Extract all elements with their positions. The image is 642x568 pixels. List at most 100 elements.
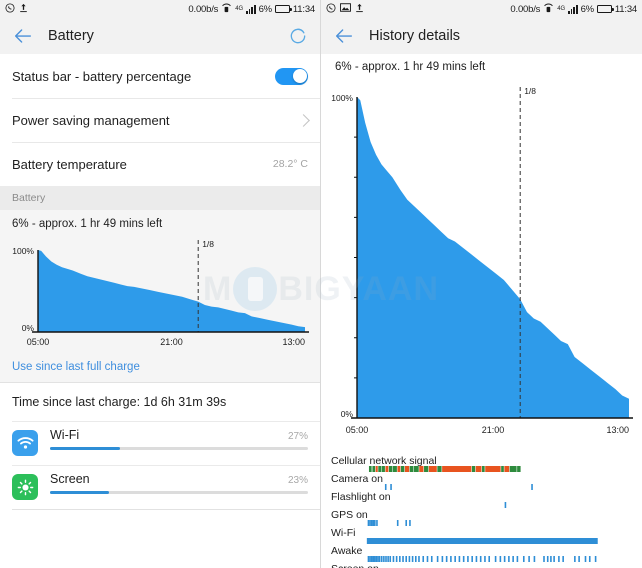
page-title: Battery: [48, 28, 94, 44]
status-bar-left-icons: [326, 3, 364, 16]
status-bar-right: 0.00b/s 4G 6% 11:34: [321, 0, 642, 18]
battery-percent-label: 6%: [580, 3, 595, 15]
svg-text:100%: 100%: [331, 93, 353, 103]
row-label: Battery temperature: [12, 156, 127, 172]
usage-progress-fill: [50, 447, 120, 450]
network-type-label: 4G: [557, 6, 566, 12]
history-details-screen: 0.00b/s 4G 6% 11:34 History details 6% -…: [321, 0, 642, 568]
usage-top: Screen 23%: [50, 472, 308, 486]
status-bar-left-icons: [5, 3, 28, 16]
whatsapp-icon: [326, 3, 336, 16]
back-arrow-icon[interactable]: [12, 25, 34, 47]
usage-percent: 27%: [287, 431, 308, 442]
history-chart-svg: 1/8 100% 0% 05:00 21:00 13:00: [331, 86, 633, 435]
battery-icon: [274, 5, 292, 13]
timeline-area: Cellular network signal Camera on Flashl…: [321, 455, 642, 568]
chevron-right-icon: [297, 113, 310, 127]
upload-icon: [19, 3, 28, 16]
svg-text:21:00: 21:00: [482, 425, 505, 435]
usage-progress-bar: [50, 491, 308, 494]
usage-name: Wi-Fi: [50, 428, 80, 442]
section-header-label: Battery: [12, 192, 46, 204]
hotspot-icon: [543, 3, 554, 16]
battery-percent-label: 6%: [258, 3, 273, 15]
refresh-icon[interactable]: [288, 26, 308, 46]
timeline-label: Screen on: [331, 563, 379, 568]
timeline-row[interactable]: Wi-Fi: [321, 527, 642, 545]
svg-text:13:00: 13:00: [282, 337, 305, 347]
link-label: Use since last full charge: [12, 361, 140, 373]
svg-text:100%: 100%: [12, 246, 34, 256]
dual-screenshot-container: 0.00b/s 4G 6% 11:34 Battery Status bar -…: [0, 0, 642, 568]
row-label: Power saving management: [12, 112, 170, 128]
battery-settings-screen: 0.00b/s 4G 6% 11:34 Battery Status bar -…: [0, 0, 321, 568]
svg-text:13:00: 13:00: [606, 425, 629, 435]
timeline-row[interactable]: Awake: [321, 545, 642, 563]
status-bar-left: 0.00b/s 4G 6% 11:34: [0, 0, 320, 18]
row-label: Status bar - battery percentage: [12, 68, 192, 84]
svg-text:0%: 0%: [341, 409, 354, 419]
row-battery-temperature: Battery temperature 28.2° C: [0, 142, 320, 186]
timeline-track: [366, 538, 598, 544]
timeline-track: [504, 502, 507, 508]
wifi-icon: [12, 430, 38, 456]
history-chart[interactable]: 1/8 100% 0% 05:00 21:00 13:00: [321, 75, 642, 455]
battery-chart-block: 6% - approx. 1 hr 49 mins left 1/8 100% 0%…: [0, 210, 320, 354]
battery-percentage-toggle[interactable]: [275, 67, 308, 85]
svg-text:05:00: 05:00: [27, 337, 50, 347]
timeline-row[interactable]: Flashlight on: [321, 491, 642, 509]
row-status-bar-battery-percentage[interactable]: Status bar - battery percentage: [0, 54, 320, 98]
timeline-track: [384, 484, 533, 490]
photo-icon: [340, 3, 351, 15]
svg-text:0%: 0%: [22, 323, 35, 333]
whatsapp-icon: [5, 3, 15, 16]
usage-top: Wi-Fi 27%: [50, 428, 308, 442]
signal-bars-icon: [246, 4, 256, 14]
battery-chart-svg: 1/8 100% 0% 05:00 21:00 13:00: [12, 239, 309, 347]
status-bar-right-icons: 0.00b/s 4G 6% 11:34: [188, 3, 315, 16]
status-bar-right-icons: 0.00b/s 4G 6% 11:34: [510, 3, 637, 16]
upload-icon: [355, 3, 364, 16]
time-since-last-charge-row: Time since last charge: 1d 6h 31m 39s: [0, 383, 320, 421]
use-since-last-full-charge-link[interactable]: Use since last full charge: [0, 354, 320, 382]
timeline-row[interactable]: Screen on: [321, 563, 642, 568]
chart-caption: 6% - approx. 1 hr 49 mins left: [12, 218, 163, 230]
timeline-row[interactable]: Camera on: [321, 473, 642, 491]
svg-text:1/8: 1/8: [202, 239, 214, 249]
clock-label: 11:34: [292, 3, 315, 15]
svg-text:05:00: 05:00: [346, 425, 369, 435]
timeline-track: [367, 556, 597, 562]
usage-row-wifi[interactable]: Wi-Fi 27%: [0, 421, 320, 465]
usage-name: Screen: [50, 472, 90, 486]
usage-progress-fill: [50, 491, 110, 494]
back-arrow-icon[interactable]: [333, 25, 355, 47]
usage-progress-bar: [50, 447, 308, 450]
svg-text:1/8: 1/8: [524, 86, 536, 96]
signal-bars-icon: [568, 4, 578, 14]
usage-percent: 23%: [287, 475, 308, 486]
app-bar-left: Battery: [0, 18, 320, 54]
network-speed: 0.00b/s: [510, 3, 541, 15]
divider: [12, 509, 320, 510]
chart-caption: 6% - approx. 1 hr 49 mins left: [335, 61, 486, 73]
svg-text:21:00: 21:00: [160, 337, 183, 347]
usage-body: Screen 23%: [50, 472, 308, 494]
network-speed: 0.00b/s: [188, 3, 219, 15]
timeline-track: [368, 466, 521, 472]
timeline-row[interactable]: Cellular network signal: [321, 455, 642, 473]
timeline-row[interactable]: GPS on: [321, 509, 642, 527]
time-since-last-charge-label: Time since last charge: 1d 6h 31m 39s: [12, 395, 227, 409]
brightness-icon: [12, 474, 38, 500]
battery-chart[interactable]: 1/8 100% 0% 05:00 21:00 13:00: [0, 232, 320, 354]
usage-row-screen[interactable]: Screen 23%: [0, 465, 320, 509]
network-type-label: 4G: [235, 6, 244, 12]
section-header-battery: Battery: [0, 186, 320, 210]
timeline-track: [367, 520, 411, 526]
page-title: History details: [369, 28, 461, 44]
usage-body: Wi-Fi 27%: [50, 428, 308, 450]
battery-icon: [596, 5, 614, 13]
clock-label: 11:34: [614, 3, 637, 15]
row-power-saving-management[interactable]: Power saving management: [0, 98, 320, 142]
app-bar-right: History details: [321, 18, 642, 54]
hotspot-icon: [221, 3, 232, 16]
